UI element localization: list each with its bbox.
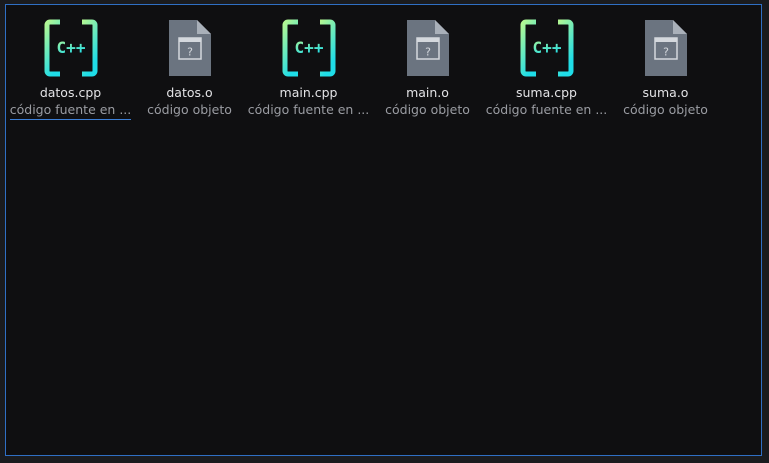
cpp-file-icon: C++: [517, 18, 577, 78]
file-name: main.o: [406, 85, 449, 100]
svg-text:?: ?: [663, 46, 669, 59]
svg-text:?: ?: [425, 46, 431, 59]
file-item-main-o[interactable]: ? main.o código objeto: [368, 18, 487, 120]
file-type: código objeto: [385, 102, 470, 117]
file-type: código objeto: [623, 102, 708, 117]
file-item-datos-o[interactable]: ? datos.o código objeto: [130, 18, 249, 120]
object-file-icon: ?: [398, 18, 458, 78]
svg-text:C++: C++: [294, 38, 323, 57]
file-item-suma-o[interactable]: ? suma.o código objeto: [606, 18, 725, 120]
file-item-datos-cpp[interactable]: C++ datos.cpp código fuente en ...: [9, 18, 132, 120]
cpp-file-icon: C++: [279, 18, 339, 78]
file-type: código fuente en ...: [9, 101, 132, 120]
object-file-icon: ?: [160, 18, 220, 78]
cpp-file-icon: C++: [41, 18, 101, 78]
file-name: suma.o: [642, 85, 689, 100]
file-name: main.cpp: [279, 85, 338, 100]
file-item-main-cpp[interactable]: C++ main.cpp código fuente en ...: [247, 18, 370, 120]
svg-text:C++: C++: [532, 38, 561, 57]
svg-text:?: ?: [187, 46, 193, 59]
file-type: código fuente en ...: [247, 102, 370, 117]
object-file-icon: ?: [636, 18, 696, 78]
file-name: datos.o: [166, 85, 213, 100]
file-grid: C++ datos.cpp código fuente en ... ? dat…: [6, 5, 725, 120]
file-name: suma.cpp: [516, 85, 577, 100]
svg-text:C++: C++: [56, 38, 85, 57]
file-type: código objeto: [147, 102, 232, 117]
file-name: datos.cpp: [39, 85, 102, 100]
file-item-suma-cpp[interactable]: C++ suma.cpp código fuente en ...: [485, 18, 608, 120]
file-type: código fuente en ...: [485, 102, 608, 117]
file-view[interactable]: C++ datos.cpp código fuente en ... ? dat…: [5, 4, 762, 456]
